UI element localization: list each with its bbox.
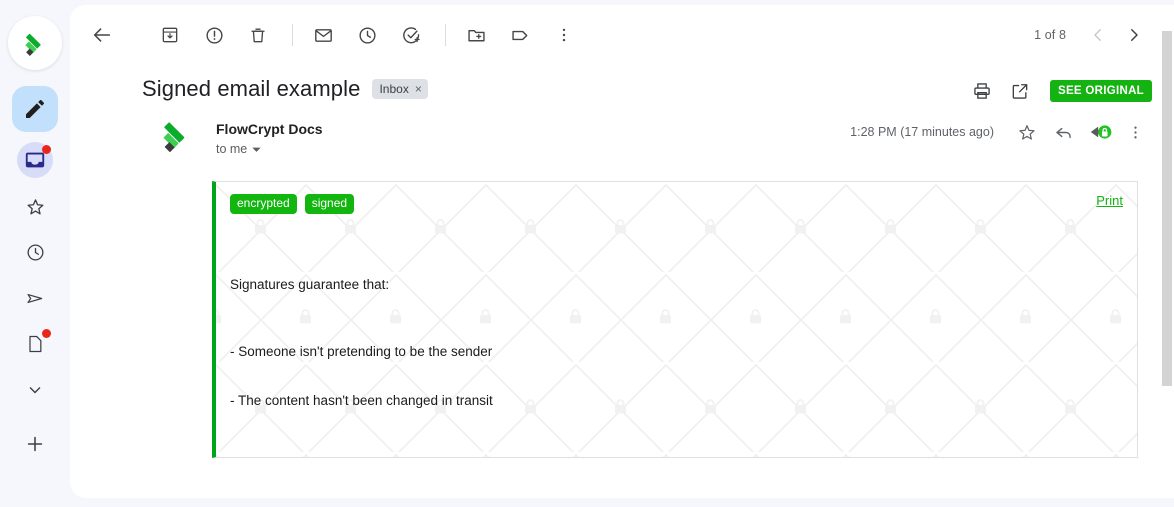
send-icon: [26, 293, 42, 303]
flowcrypt-logo-icon: [25, 33, 41, 56]
arrow-left-icon: [93, 28, 111, 42]
sender-name: FlowCrypt Docs: [216, 121, 323, 137]
left-rail: [0, 0, 70, 507]
message-toolbar: 1 of 8: [70, 5, 1174, 65]
snooze-button[interactable]: [347, 15, 387, 55]
message-body: Signatures guarantee that: - Someone isn…: [230, 244, 1123, 443]
flowcrypt-logo[interactable]: [8, 16, 62, 70]
message-body-line-1: Signatures guarantee that:: [230, 277, 390, 292]
sidebar-item-drafts[interactable]: [17, 326, 53, 362]
badge-encrypted: encrypted: [230, 194, 297, 214]
sidebar-item-more[interactable]: [17, 372, 53, 408]
inbox-unread-badge: [42, 145, 51, 154]
encrypted-message-block: encrypted signed Print Signatures guaran…: [212, 181, 1138, 458]
open-in-new-icon: [1012, 84, 1028, 99]
open-in-new-window-button[interactable]: [1002, 73, 1038, 109]
report-spam-icon: [205, 26, 223, 44]
close-icon[interactable]: ×: [415, 81, 422, 97]
sender-meta: FlowCrypt Docs to me: [216, 119, 323, 158]
message-more-button[interactable]: [1118, 115, 1152, 149]
clock-icon: [358, 26, 376, 44]
print-button[interactable]: [964, 73, 1000, 109]
secure-actions: Secure Reply Secure Forward: [70, 458, 1174, 499]
star-button[interactable]: [1010, 115, 1044, 149]
security-badges: encrypted signed: [230, 194, 1123, 214]
move-to-folder-icon: [467, 29, 485, 41]
clock-icon: [26, 243, 44, 261]
report-spam-button[interactable]: [194, 15, 234, 55]
chevron-right-icon: [1131, 29, 1138, 41]
secure-reply-lock-icon: [1090, 125, 1112, 139]
pencil-icon: [26, 100, 44, 118]
see-original-button[interactable]: SEE ORIGINAL: [1049, 80, 1152, 102]
print-icon: [974, 83, 990, 99]
sidebar-item-snoozed[interactable]: [17, 234, 53, 270]
message-timestamp: 1:28 PM (17 minutes ago): [850, 125, 994, 139]
vertical-scrollbar[interactable]: [1160, 5, 1174, 498]
message-body-line-3: - The content hasn't been changed in tra…: [230, 393, 493, 408]
add-to-tasks-icon: [402, 26, 420, 43]
label-chip-text: Inbox: [379, 82, 409, 96]
back-button[interactable]: [82, 15, 122, 55]
sidebar-item-starred[interactable]: [17, 188, 53, 224]
more-vertical-icon: [1133, 126, 1137, 138]
label-button[interactable]: [500, 15, 540, 55]
page-count: 1 of 8: [1034, 28, 1066, 42]
chevron-down-icon: [29, 387, 41, 394]
reply-icon: [1055, 127, 1071, 138]
page-title: Signed email example: [142, 76, 361, 101]
sidebar-item-add[interactable]: [17, 426, 53, 462]
star-icon: [1019, 125, 1035, 140]
archive-icon: [162, 27, 178, 43]
move-to-folder-button[interactable]: [456, 15, 496, 55]
gmail-message-view: 1 of 8 Signed email example Inbox × SEE …: [0, 0, 1174, 507]
next-message-button[interactable]: [1116, 17, 1152, 53]
avatar: [158, 117, 194, 153]
label-tag-icon: [511, 30, 527, 40]
subject-row: Signed email example Inbox × SEE ORIGINA…: [70, 65, 1174, 109]
sidebar-item-compose[interactable]: [12, 86, 58, 132]
file-icon: [29, 335, 42, 353]
subject-actions: SEE ORIGINAL: [964, 73, 1152, 109]
delete-button[interactable]: [238, 15, 278, 55]
toolbar-divider-2: [445, 24, 446, 46]
add-to-tasks-button[interactable]: [391, 15, 431, 55]
caret-down-icon: [252, 147, 261, 152]
trash-icon: [251, 28, 265, 43]
mark-unread-button[interactable]: [303, 15, 343, 55]
label-chip-inbox[interactable]: Inbox ×: [372, 79, 428, 99]
pagination: 1 of 8: [1034, 5, 1152, 65]
recipients-summary[interactable]: to me: [216, 140, 323, 158]
message-actions: 1:28 PM (17 minutes ago): [850, 115, 1152, 149]
sidebar-item-inbox[interactable]: [17, 142, 53, 178]
badge-signed: signed: [304, 194, 355, 214]
scrollbar-thumb[interactable]: [1162, 31, 1172, 386]
message-content: encrypted signed Print Signatures guaran…: [216, 182, 1137, 457]
toolbar-divider: [292, 24, 293, 46]
previous-message-button[interactable]: [1080, 17, 1116, 53]
drafts-badge: [42, 329, 51, 338]
message-body-line-2: - Someone isn't pretending to be the sen…: [230, 343, 493, 359]
toolbar-more-button[interactable]: [544, 15, 584, 55]
sidebar-item-sent[interactable]: [17, 280, 53, 316]
archive-button[interactable]: [150, 15, 190, 55]
message-card: 1 of 8 Signed email example Inbox × SEE …: [70, 5, 1174, 498]
reply-button[interactable]: [1046, 115, 1080, 149]
secure-reply-button[interactable]: [1082, 115, 1116, 149]
mark-unread-envelope-icon: [314, 28, 332, 42]
plus-icon: [27, 436, 43, 452]
flowcrypt-logo-icon: [163, 122, 185, 152]
more-vertical-icon: [562, 28, 566, 42]
sender-row: FlowCrypt Docs to me 1:28 PM (17 minutes…: [70, 109, 1174, 165]
chevron-left-icon: [1094, 29, 1101, 41]
print-link[interactable]: Print: [1096, 193, 1123, 208]
recipients-text: to me: [216, 142, 248, 156]
star-icon: [27, 198, 43, 215]
